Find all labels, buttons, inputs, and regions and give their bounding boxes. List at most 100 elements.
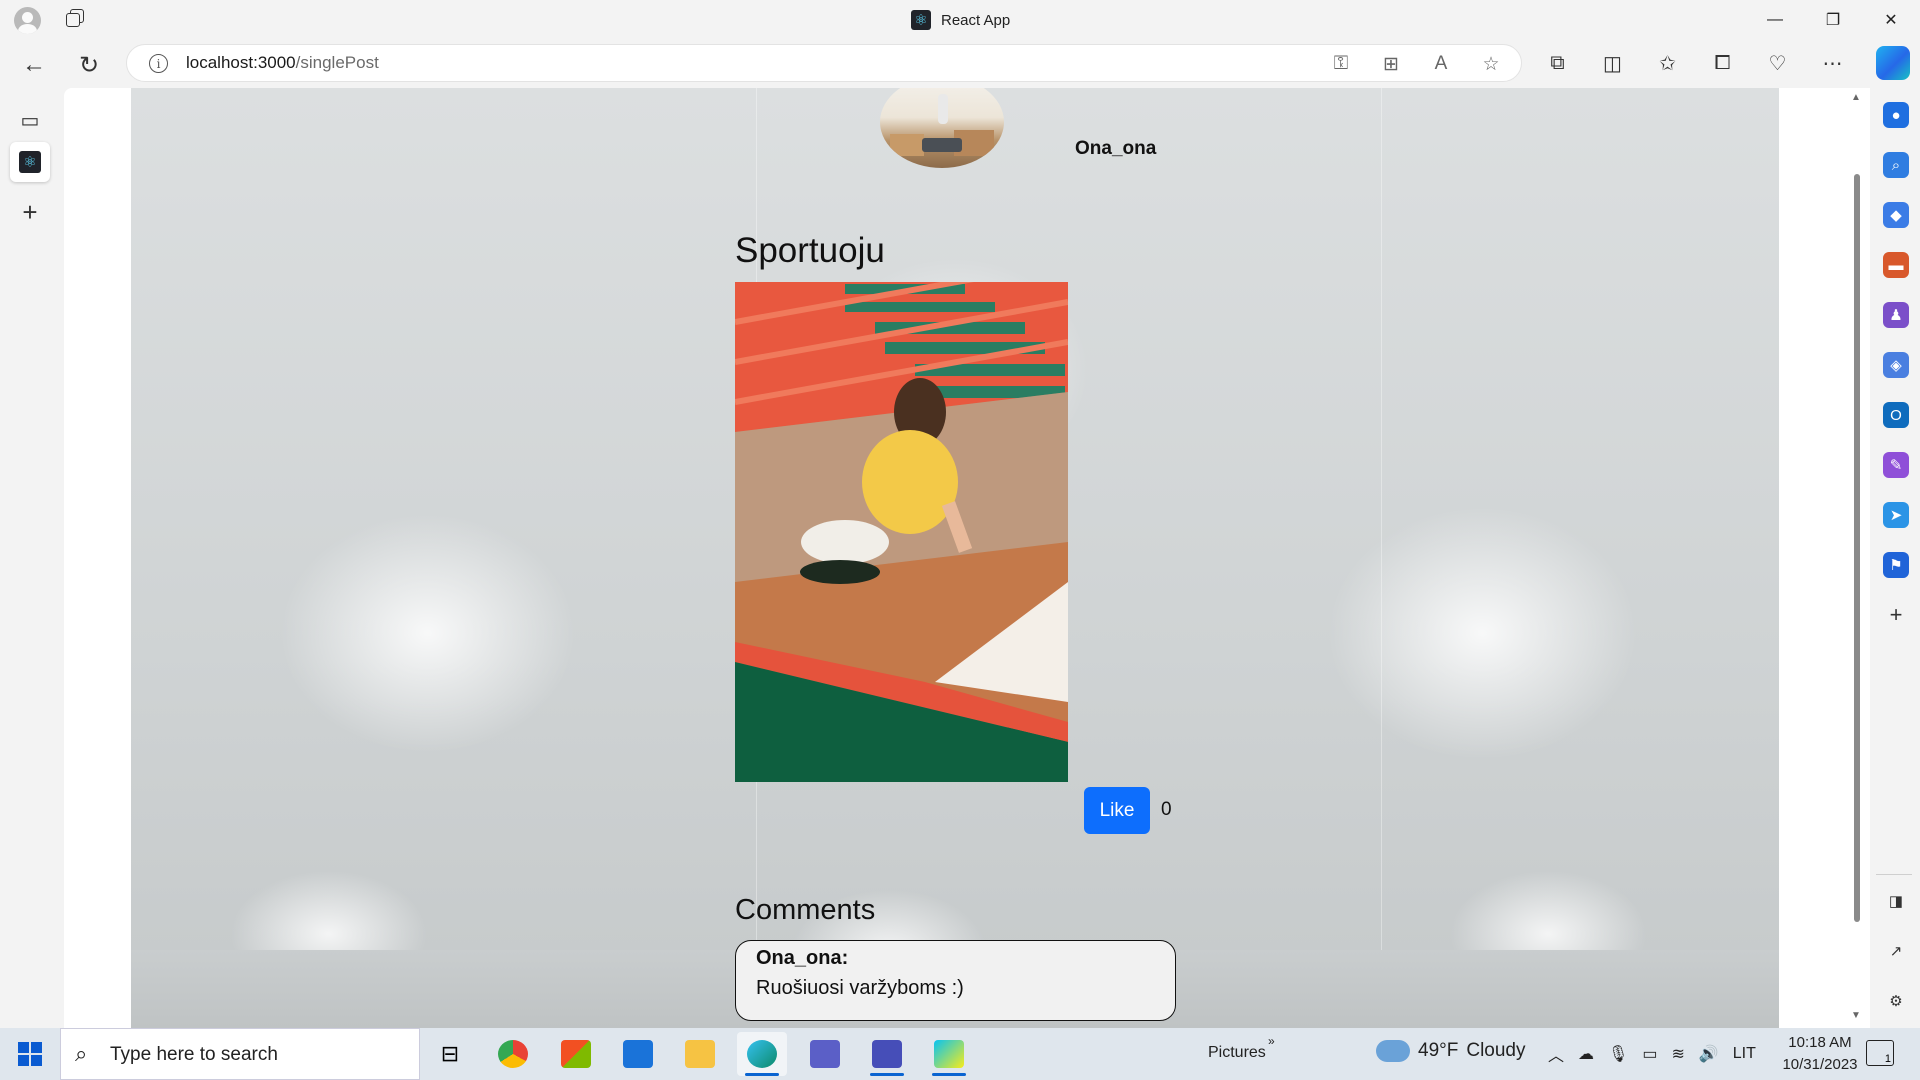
browser-essentials-icon[interactable]: ♡ [1760,46,1795,81]
add-sidebar-app-icon[interactable]: + [1883,602,1909,628]
profile-avatar[interactable] [14,7,41,34]
microsoft-store-icon [561,1040,591,1068]
scroll-up-arrow-icon[interactable]: ▲ [1851,92,1861,103]
back-button[interactable]: ← [17,48,51,82]
games-icon[interactable]: ♟ [1883,302,1909,328]
tab-react-app[interactable]: ⚛ [10,142,50,182]
refresh-button[interactable]: ↻ [72,48,106,82]
window-title-text: React App [941,11,1011,29]
microsoft-365-icon[interactable]: ◈ [1883,352,1909,378]
url-text[interactable]: localhost:3000/singlePost [186,53,379,73]
search-icon: ⌕ [75,1041,88,1066]
active-app-indicator [745,1073,779,1076]
microphone-icon[interactable]: 🎙 [1608,1044,1628,1064]
taskbar-store[interactable] [551,1032,601,1076]
scrollbar-thumb[interactable] [1854,174,1860,922]
shopping-tag-icon[interactable]: ◆ [1883,202,1909,228]
address-bar-icons: ⚿ ⊞ A ☆ [1329,52,1503,76]
taskbar-edge[interactable] [737,1032,787,1076]
mail-icon [623,1040,653,1068]
chevron-right-icon[interactable]: » [1268,1034,1275,1048]
notification-center-icon[interactable]: 1 [1866,1040,1894,1066]
window-controls: — ❐ ✕ [1746,0,1920,40]
sidebar-settings-gear-icon[interactable]: ⚙ [1883,988,1909,1014]
system-tray: ︿ ☁ 🎙 ▭ ≋ 🔊 LIT [1548,1042,1756,1066]
folder-icon [685,1040,715,1068]
weather-widget[interactable]: 49°F Cloudy [1376,1040,1526,1062]
volume-icon[interactable]: 🔊 [1699,1044,1719,1064]
flag-icon[interactable]: ⚑ [1883,552,1909,578]
windows-start-icon[interactable] [18,1042,42,1066]
running-app-indicator [870,1073,904,1076]
teams-new-icon [810,1040,840,1068]
outlook-icon[interactable]: O [1883,402,1909,428]
clock-time: 10:18 AM [1788,1034,1852,1051]
wifi-icon[interactable]: ≋ [1671,1044,1684,1064]
post-image [735,282,1068,782]
page-viewport: Ona_ona Sportuoju Like 0 Comments Ona_on… [64,88,1870,1028]
edge-icon [747,1040,777,1068]
new-tab-plus-icon[interactable]: + [10,192,50,232]
taskbar-webstorm[interactable] [924,1032,974,1076]
notifications-bell-icon[interactable]: ● [1883,102,1909,128]
collections-icon[interactable]: ⧠ [1705,46,1740,81]
browser-title-bar: ⚛ React App — ❐ ✕ [0,0,1920,40]
more-options-icon[interactable]: ⋯ [1815,46,1850,81]
minimize-button[interactable]: — [1746,0,1804,40]
clock-date: 10/31/2023 [1782,1056,1858,1073]
app-available-icon[interactable]: ⊞ [1379,52,1403,76]
like-count: 0 [1161,799,1172,820]
read-aloud-icon[interactable]: A [1429,52,1453,76]
webstorm-icon [934,1040,964,1068]
taskbar-mail[interactable] [613,1032,663,1076]
like-button[interactable]: Like [1084,787,1150,834]
send-icon[interactable]: ➤ [1883,502,1909,528]
hide-sidebar-icon[interactable]: ◨ [1883,888,1909,914]
copilot-icon[interactable] [1876,46,1910,80]
show-hidden-icons-icon[interactable]: ︿ [1548,1042,1564,1066]
taskbar-teams-new[interactable] [800,1032,850,1076]
taskbar-search-box[interactable]: ⌕ Type here to search [60,1028,420,1080]
language-indicator[interactable]: LIT [1733,1045,1756,1063]
password-key-icon[interactable]: ⚿ [1329,52,1353,76]
task-view-icon[interactable]: ⊟ [425,1032,475,1076]
designer-icon[interactable]: ✎ [1883,452,1909,478]
maximize-button[interactable]: ❐ [1804,0,1862,40]
address-bar[interactable]: i localhost:3000/singlePost ⚿ ⊞ A ☆ [126,44,1522,82]
taskbar-search-placeholder: Type here to search [110,1044,278,1065]
battery-icon[interactable]: ▭ [1642,1044,1657,1064]
favorite-star-icon[interactable]: ☆ [1479,52,1503,76]
url-host: localhost:3000 [186,53,296,72]
scroll-down-arrow-icon[interactable]: ▼ [1851,1010,1861,1021]
browser-toolbar: ⧉ ◫ ✩ ⧠ ♡ ⋯ [1540,44,1850,82]
favorites-icon[interactable]: ✩ [1650,46,1685,81]
onedrive-cloud-icon[interactable]: ☁ [1578,1044,1594,1064]
pictures-toolbar[interactable]: Pictures [1208,1044,1266,1062]
running-app-indicator [932,1073,966,1076]
site-info-icon[interactable]: i [149,54,168,73]
split-screen-icon[interactable]: ◫ [1595,46,1630,81]
post-title: Sportuoju [735,231,885,270]
post-username[interactable]: Ona_ona [1075,138,1156,160]
extensions-icon[interactable]: ⧉ [1540,46,1575,81]
tools-briefcase-icon[interactable]: ▬ [1883,252,1909,278]
page-scrollbar[interactable]: ▲ ▼ [1844,88,1870,1028]
open-external-icon[interactable]: ↗ [1883,938,1909,964]
chrome-icon [498,1040,528,1068]
search-icon[interactable]: ⌕ [1883,152,1909,178]
teams-icon [872,1040,902,1068]
url-path: /singlePost [295,53,379,72]
edge-sidebar: ● ⌕ ◆ ▬ ♟ ◈ O ✎ ➤ ⚑ + ◨ ↗ ⚙ [1870,88,1920,1028]
tab-actions-menu-icon[interactable] [66,9,88,31]
tab-actions-icon[interactable]: ▭ [10,100,50,140]
comment-text: Ruošiuosi varžyboms :) [756,977,964,999]
comment-card: Ona_ona: Ruošiuosi varžyboms :) [735,940,1176,1021]
taskbar-clock[interactable]: 10:18 AM 10/31/2023 [1770,1032,1870,1076]
background-panel-left [131,88,757,950]
close-button[interactable]: ✕ [1862,0,1920,40]
taskbar-teams[interactable] [862,1032,912,1076]
react-logo-icon: ⚛ [19,151,41,173]
cloud-icon [1376,1040,1410,1062]
taskbar-chrome[interactable] [488,1032,538,1076]
taskbar-file-explorer[interactable] [675,1032,725,1076]
